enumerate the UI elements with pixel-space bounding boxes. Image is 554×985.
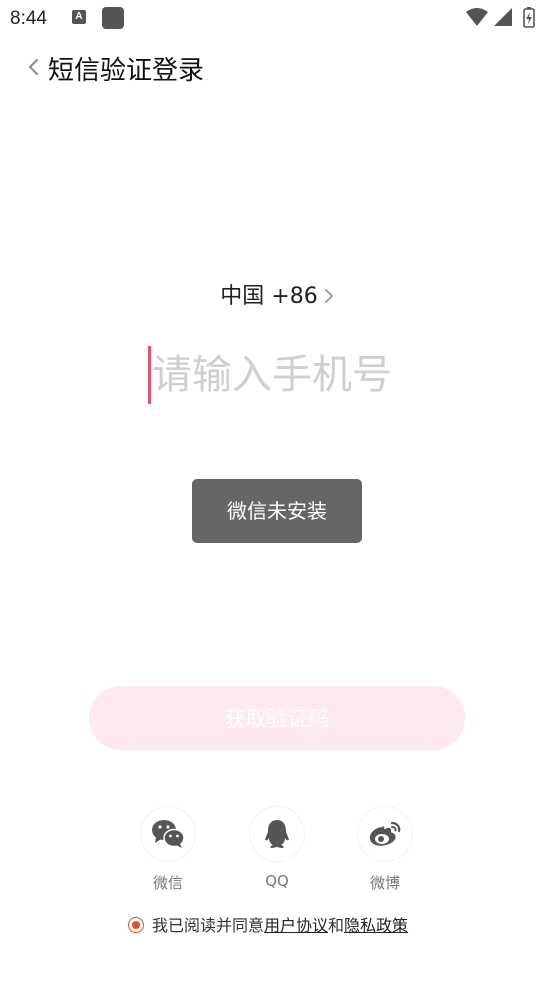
status-icons <box>466 7 535 28</box>
user-agreement-link[interactable]: 用户协议 <box>264 916 328 935</box>
chevron-left-icon <box>29 59 38 75</box>
qq-circle <box>249 806 305 862</box>
agreement-connector: 和 <box>328 916 345 935</box>
agreement-radio[interactable] <box>128 916 144 933</box>
weibo-icon <box>369 821 401 846</box>
weibo-login-button[interactable]: 微博 <box>357 806 413 893</box>
get-verification-code-button[interactable]: 获取验证码 <box>89 686 465 750</box>
weibo-circle <box>357 806 413 862</box>
agreement-prefix: 我已阅读并同意 <box>152 916 265 935</box>
status-time: 8:44 <box>10 8 47 29</box>
chevron-right-icon <box>324 285 334 310</box>
country-code-selector[interactable]: 中国 +86 <box>0 278 554 310</box>
qq-login-button[interactable]: QQ <box>249 806 305 890</box>
a-notification-icon: A <box>72 10 86 24</box>
privacy-policy-link[interactable]: 隐私政策 <box>344 916 408 935</box>
qq-icon <box>265 820 289 848</box>
back-button[interactable] <box>22 54 46 80</box>
wechat-circle <box>140 806 196 862</box>
phone-input-wrapper <box>146 344 446 406</box>
weibo-label: 微博 <box>369 874 400 892</box>
phone-input[interactable] <box>146 344 446 406</box>
wifi-icon <box>466 8 488 26</box>
wechat-login-button[interactable]: 微信 <box>140 806 196 893</box>
country-code-label: 中国 +86 <box>220 284 318 309</box>
wechat-label: 微信 <box>152 874 183 892</box>
text-caret <box>148 346 151 404</box>
wechat-icon <box>152 820 185 848</box>
status-right-icons <box>464 6 544 30</box>
status-bar: 8:44 A <box>0 0 554 36</box>
header: 短信验证登录 <box>0 40 554 96</box>
qq-label: QQ <box>265 872 289 890</box>
toast-message: 微信未安装 <box>192 479 362 543</box>
battery-icon <box>523 7 535 28</box>
agreement-row: 我已阅读并同意用户协议和隐私政策 <box>128 912 408 936</box>
app-square-icon <box>102 7 124 29</box>
signal-icon <box>494 8 512 26</box>
page-title: 短信验证登录 <box>48 56 205 86</box>
